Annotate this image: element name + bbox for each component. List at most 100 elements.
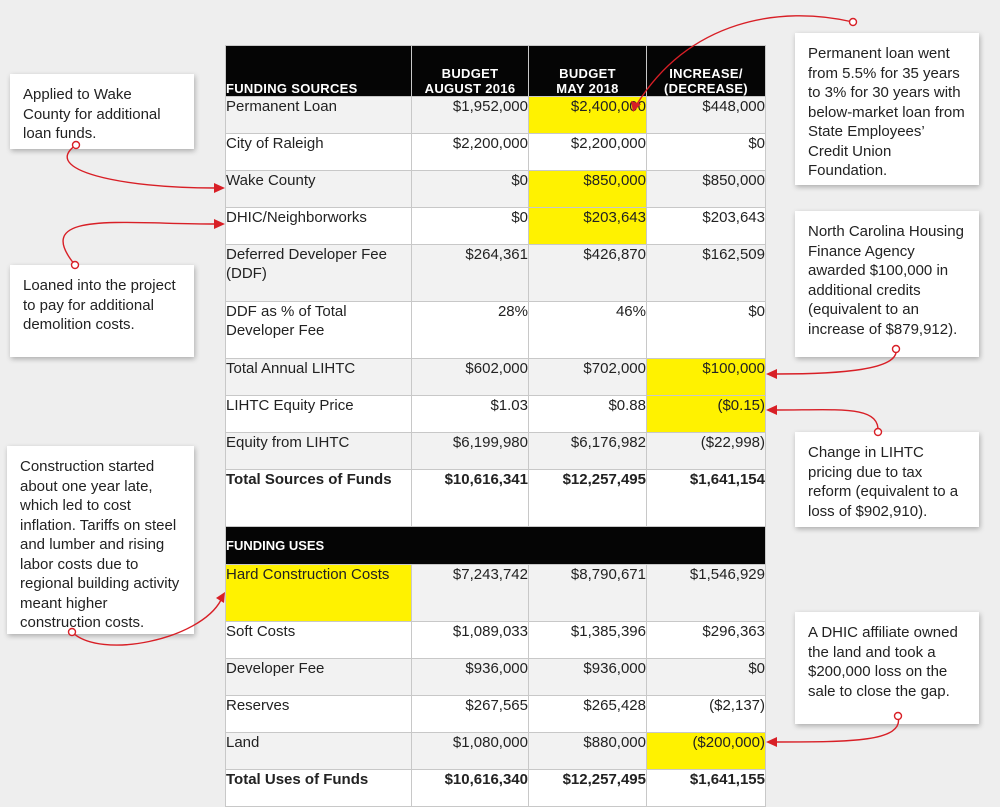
note-nchfa: North Carolina Housing Finance Agency aw… [795,211,979,357]
cell-may2018: $6,176,982 [528,432,647,470]
cell-may2018: $936,000 [528,658,647,696]
cell-may2018: $203,643 [528,207,647,245]
row-label: Land [225,732,412,770]
table-row-equity-from-lihtc: Equity from LIHTC $6,199,980 $6,176,982 ($2… [225,432,766,470]
row-label: DHIC/Neighborworks [225,207,412,245]
budget-aug-2016-heading: BUDGET AUGUST 2016 [411,45,529,97]
cell-may2018: $850,000 [528,170,647,208]
note-demolition-text: Loaned into the project to pay for addit… [23,277,176,333]
cell-change: ($200,000) [646,732,766,770]
cell-aug2016: $1,080,000 [411,732,529,770]
row-label: Soft Costs [225,621,412,659]
cell-aug2016: 28% [411,301,529,359]
row-label: Deferred Developer Fee (DDF) [225,244,412,302]
funding-sources-heading: FUNDING SOURCES [225,45,412,97]
cell-change: $0 [646,301,766,359]
table-row-wake-county: Wake County $0 $850,000 $850,000 [225,170,766,208]
note-lihtc-pricing-text: Change in LIHTC pricing due to tax refor… [808,444,959,520]
cell-change: $162,509 [646,244,766,302]
note-lihtc-pricing: Change in LIHTC pricing due to tax refor… [795,432,979,527]
funding-table: FUNDING SOURCES BUDGET AUGUST 2016 BUDGET… [225,45,766,807]
cell-aug2016: $267,565 [411,695,529,733]
cell-may2018: $1,385,396 [528,621,647,659]
table-row-dhic-neighborworks: DHIC/Neighborworks $0 $203,643 $203,643 [225,207,766,245]
note-permanent-loan-text: Permanent loan went from 5.5% for 35 yea… [808,45,965,179]
table-row-ddf-as-of-total-developer-fee: DDF as % of Total Developer Fee 28% 46% $0 [225,301,766,359]
cell-change: $0 [646,658,766,696]
note-wake-county: Applied to Wake County for additional lo… [10,74,194,149]
note-demolition: Loaned into the project to pay for addit… [10,265,194,357]
cell-may2018: $265,428 [528,695,647,733]
cell-may2018: $2,400,000 [528,96,647,134]
row-label: Total Sources of Funds [225,469,412,527]
funding-uses-heading: FUNDING USES [225,526,766,565]
cell-aug2016: $6,199,980 [411,432,529,470]
table-row-total-annual-lihtc: Total Annual LIHTC $602,000 $702,000 $100,0… [225,358,766,396]
table-row-total-sources-of-funds: Total Sources of Funds $10,616,341 $12,257… [225,469,766,527]
cell-aug2016: $1.03 [411,395,529,433]
cell-may2018: $880,000 [528,732,647,770]
table-row-soft-costs: Soft Costs $1,089,033 $1,385,396 $296,363 [225,621,766,659]
cell-change: ($22,998) [646,432,766,470]
cell-may2018: $0.88 [528,395,647,433]
table-row-reserves: Reserves $267,565 $265,428 ($2,137) [225,695,766,733]
cell-change: $850,000 [646,170,766,208]
cell-aug2016: $0 [411,207,529,245]
row-label: DDF as % of Total Developer Fee [225,301,412,359]
row-label: LIHTC Equity Price [225,395,412,433]
cell-aug2016: $602,000 [411,358,529,396]
table-row-lihtc-equity-price: LIHTC Equity Price $1.03 $0.88 ($0.15) [225,395,766,433]
cell-aug2016: $264,361 [411,244,529,302]
cell-change: $203,643 [646,207,766,245]
row-label: Hard Construction Costs [225,564,412,622]
cell-change: ($0.15) [646,395,766,433]
cell-change: $0 [646,133,766,171]
table-row-land: Land $1,080,000 $880,000 ($200,000) [225,732,766,770]
table-row-city-of-raleigh: City of Raleigh $2,200,000 $2,200,000 $0 [225,133,766,171]
budget-may-2018-heading: BUDGET MAY 2018 [528,45,647,97]
note-permanent-loan: Permanent loan went from 5.5% for 35 yea… [795,33,979,185]
note-construction-text: Construction started about one year late… [20,458,180,631]
table-row-hard-construction-costs: Hard Construction Costs $7,243,742 $8,790,… [225,564,766,622]
row-label: Developer Fee [225,658,412,696]
row-label: City of Raleigh [225,133,412,171]
note-wake-county-text: Applied to Wake County for additional lo… [23,86,161,142]
cell-aug2016: $1,952,000 [411,96,529,134]
cell-may2018: $702,000 [528,358,647,396]
table-row-developer-fee: Developer Fee $936,000 $936,000 $0 [225,658,766,696]
cell-may2018: $8,790,671 [528,564,647,622]
row-label: Equity from LIHTC [225,432,412,470]
arrow-lihtc-pricing [766,405,883,437]
uses-header-row: FUNDING USES [225,526,766,565]
cell-aug2016: $0 [411,170,529,208]
cell-change: ($2,137) [646,695,766,733]
cell-aug2016: $1,089,033 [411,621,529,659]
row-label: Reserves [225,695,412,733]
cell-change: $1,641,154 [646,469,766,527]
cell-aug2016: $2,200,000 [411,133,529,171]
cell-aug2016: $936,000 [411,658,529,696]
cell-aug2016: $7,243,742 [411,564,529,622]
cell-aug2016: $10,616,341 [411,469,529,527]
note-land: A DHIC affiliate owned the land and took… [795,612,979,724]
cell-change: $100,000 [646,358,766,396]
note-land-text: A DHIC affiliate owned the land and took… [808,624,958,700]
note-construction: Construction started about one year late… [7,446,194,634]
cell-may2018: $2,200,000 [528,133,647,171]
table-row-deferred-developer-fee-ddf: Deferred Developer Fee (DDF) $264,361 $426… [225,244,766,302]
row-label: Total Annual LIHTC [225,358,412,396]
arrow-demolition [62,219,225,270]
arrow-wake-county [66,140,225,193]
increase-decrease-heading: INCREASE/(DECREASE) [646,45,766,97]
cell-may2018: 46% [528,301,647,359]
cell-may2018: $426,870 [528,244,647,302]
row-label: Permanent Loan [225,96,412,134]
note-nchfa-text: North Carolina Housing Finance Agency aw… [808,223,964,338]
table-row-permanent-loan: Permanent Loan $1,952,000 $2,400,000 $448,0… [225,96,766,134]
cell-change: $296,363 [646,621,766,659]
cell-change: $1,546,929 [646,564,766,622]
sources-header-row: FUNDING SOURCES BUDGET AUGUST 2016 BUDGET… [225,45,766,97]
cell-may2018: $12,257,495 [528,469,647,527]
cell-change: $448,000 [646,96,766,134]
row-label: Wake County [225,170,412,208]
